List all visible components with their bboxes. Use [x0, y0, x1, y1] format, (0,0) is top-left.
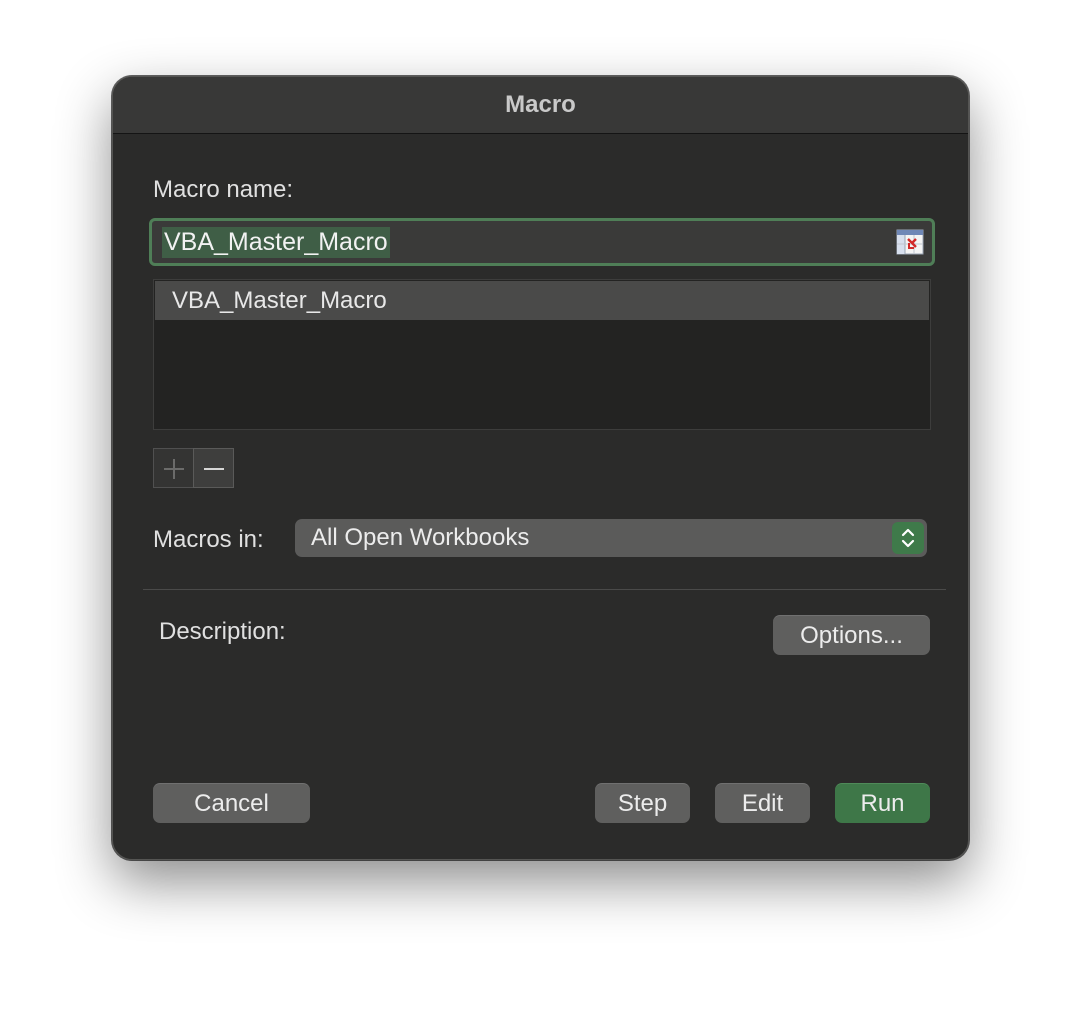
- options-button[interactable]: Options...: [773, 615, 930, 655]
- dialog-title: Macro: [505, 91, 576, 118]
- title-bar[interactable]: Macro: [113, 77, 968, 134]
- macro-list[interactable]: VBA_Master_Macro: [153, 279, 931, 430]
- up-down-chevron-icon: [901, 528, 915, 548]
- macro-name-value[interactable]: VBA_Master_Macro: [162, 227, 390, 258]
- run-button[interactable]: Run: [835, 783, 930, 823]
- macros-in-label: Macros in:: [153, 526, 264, 553]
- select-stepper[interactable]: [892, 522, 924, 554]
- add-macro-button[interactable]: [153, 448, 194, 488]
- range-reference-icon[interactable]: [896, 229, 924, 255]
- separator: [143, 589, 946, 590]
- macros-in-value: All Open Workbooks: [311, 524, 530, 551]
- cancel-button[interactable]: Cancel: [153, 783, 310, 823]
- description-label: Description:: [159, 618, 286, 645]
- macro-list-item[interactable]: VBA_Master_Macro: [155, 281, 929, 320]
- macro-name-label: Macro name:: [153, 176, 294, 203]
- macro-dialog: Macro Macro name: VBA_Master_Macro VBA_M…: [112, 76, 969, 860]
- macros-in-select[interactable]: All Open Workbooks: [295, 519, 927, 557]
- macro-name-field[interactable]: VBA_Master_Macro: [149, 218, 935, 266]
- minus-icon: [204, 468, 224, 470]
- edit-button[interactable]: Edit: [715, 783, 810, 823]
- remove-macro-button[interactable]: [193, 448, 234, 488]
- step-button[interactable]: Step: [595, 783, 690, 823]
- plus-icon: [164, 459, 184, 479]
